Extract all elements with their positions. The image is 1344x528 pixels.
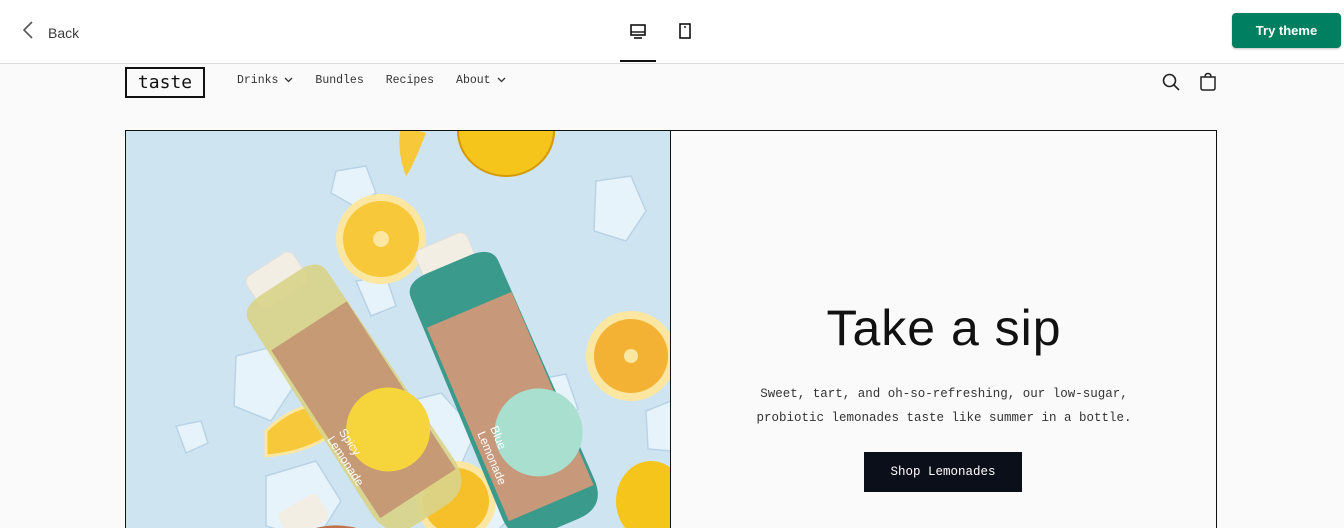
cart-icon[interactable]	[1198, 72, 1218, 92]
hero-description-line: Sweet, tart, and oh-so-refreshing, our l…	[760, 387, 1128, 401]
shop-lemonades-button[interactable]: Shop Lemonades	[864, 452, 1022, 492]
back-label: Back	[48, 24, 80, 41]
hero-image: Spicy Lemonade Blue Lemonade	[126, 131, 671, 528]
store-logo[interactable]: taste	[125, 67, 205, 98]
desktop-icon	[629, 22, 647, 62]
active-view-indicator	[620, 60, 656, 62]
hero-title: Take a sip	[826, 300, 1062, 356]
desktop-view-button[interactable]	[620, 22, 656, 62]
nav-item-drinks[interactable]: Drinks	[237, 74, 293, 87]
hero-banner: Spicy Lemonade Blue Lemonade Take a sip …	[125, 130, 1217, 528]
chevron-down-icon	[284, 74, 293, 87]
try-theme-button[interactable]: Try theme	[1232, 13, 1341, 48]
preview-toolbar: Back Try theme	[0, 0, 1344, 64]
mobile-icon	[676, 22, 694, 62]
hero-text-panel: Take a sip Sweet, tart, and oh-so-refres…	[671, 131, 1217, 528]
nav-item-recipes[interactable]: Recipes	[386, 74, 434, 87]
nav-item-about[interactable]: About	[456, 74, 506, 87]
hero-description: Sweet, tart, and oh-so-refreshing, our l…	[671, 382, 1217, 430]
main-nav: Drinks Bundles Recipes About	[237, 74, 506, 87]
chevron-left-icon	[22, 20, 34, 45]
nav-label: About	[456, 74, 491, 87]
search-icon[interactable]	[1161, 72, 1181, 92]
back-button[interactable]: Back	[22, 20, 79, 45]
nav-item-bundles[interactable]: Bundles	[315, 74, 363, 87]
mobile-view-button[interactable]	[667, 22, 703, 62]
chevron-down-icon	[497, 74, 506, 87]
nav-label: Bundles	[315, 74, 364, 87]
nav-label: Recipes	[385, 74, 435, 87]
hero-description-line: probiotic lemonades taste like summer in…	[756, 411, 1132, 425]
nav-label: Drinks	[237, 74, 279, 87]
